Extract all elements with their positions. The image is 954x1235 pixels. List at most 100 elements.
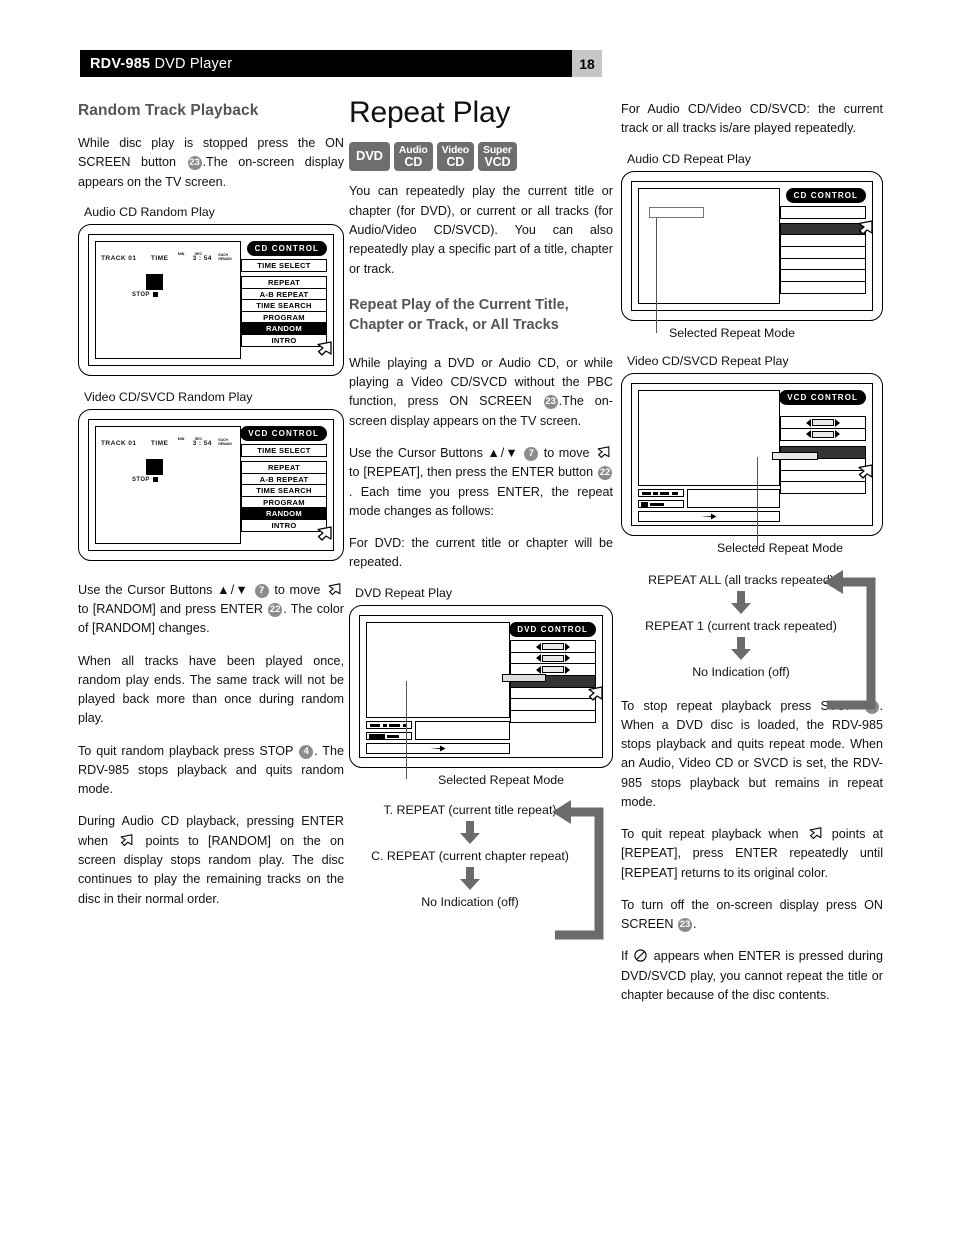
text-run: Use the Cursor Buttons ▲/▼ (78, 582, 254, 597)
text-run: To quit random playback press STOP (78, 743, 299, 758)
paragraph-quit-random: To quit random playback press STOP 4. Th… (78, 742, 344, 800)
header-product: DVD Player (150, 55, 233, 72)
osd-menu-list: TIME SELECT REPEAT A-B REPEAT TIME SEARC… (241, 444, 327, 533)
paragraph-for-audio-video: For Audio CD/Video CD/SVCD: the current … (621, 102, 883, 136)
badge-line2: CD (404, 154, 423, 169)
cursor-arrow-icon (596, 446, 611, 460)
right-arrow-icon (430, 745, 446, 752)
text-run: If (621, 949, 633, 964)
text-run: to move (539, 446, 594, 460)
osd-inner-frame: VCD CONTROL (631, 382, 873, 526)
badge-video-cd: Video CD (436, 142, 475, 172)
badge-dvd: DVD (349, 142, 390, 172)
text-run: To turn off the on-screen display press … (621, 897, 883, 932)
osd-time-value: 3 : 54 (192, 439, 212, 447)
osd-time-label: TIME (150, 254, 169, 262)
osd-min-label: MIN (177, 436, 185, 441)
osd-menu-pane: DVD CONTROL (502, 621, 603, 751)
button-ref-4: 4 (299, 744, 314, 759)
badge-line2: CD (446, 154, 465, 169)
arrow-select-icon (806, 430, 840, 439)
text-run: . When a DVD disc is loaded, the RDV-985… (621, 698, 883, 809)
paragraph-cursor-repeat: Use the Cursor Buttons ▲/▼ 7 to move to … (349, 444, 613, 521)
osd-menu-item-time-select[interactable]: TIME SELECT (241, 444, 327, 458)
osd-menu-item-intro[interactable]: INTRO (241, 334, 327, 348)
osd-menu-row-7[interactable] (780, 280, 866, 294)
osd-info-bar-1 (638, 488, 684, 497)
osd-control-tab-vcd: VCD CONTROL (240, 425, 327, 441)
osd-menu-pane: VCD CONTROL TIME SELECT REPEAT A-B REPEA… (240, 425, 332, 544)
column-left: Random Track Playback While disc play is… (78, 100, 344, 909)
badge-line2: VCD (484, 154, 511, 169)
osd-status-pane: TRACK 01 TIME MIN SEC 3 : 54 EACH REMAIN… (95, 240, 241, 359)
text-run: . (692, 917, 697, 932)
osd-info-wide (687, 488, 780, 508)
paragraph-for-dvd: For DVD: the current title or chapter wi… (349, 536, 613, 570)
osd-control-tab-vcd: VCD CONTROL (779, 389, 866, 405)
flow-loopback-arrow-icon (824, 569, 876, 710)
stop-square-icon (152, 477, 158, 483)
stop-square-icon (152, 292, 158, 298)
osd-menu-item-time-select[interactable]: TIME SELECT (241, 259, 327, 273)
paragraph-during-audio-cd: During Audio CD playback, pressing ENTER… (78, 812, 344, 908)
osd-menu-item-intro[interactable]: INTRO (241, 519, 327, 533)
subheading-repeat-current: Repeat Play of the Current Title, Chapte… (349, 296, 569, 334)
osd-menu-list (780, 206, 866, 294)
osd-screen: CD CONTROL (632, 182, 873, 310)
osd-stop-label: STOP (132, 291, 150, 298)
paragraph-repeat-intro: You can repeatedly play the current titl… (349, 184, 613, 276)
osd-control-tab-dvd: DVD CONTROL (509, 621, 596, 637)
osd-menu-row-6[interactable] (780, 481, 866, 495)
button-ref-7: 7 (254, 583, 269, 598)
paragraph-turn-off-osd: To turn off the on-screen display press … (621, 896, 883, 935)
osd-info-bottom (638, 510, 780, 522)
osd-menu-row-arrowbar-2[interactable] (780, 427, 866, 441)
text-run: To quit repeat playback when (621, 827, 806, 842)
osd-video-pane (638, 389, 780, 486)
osd-selected-mode-flag (502, 673, 546, 682)
button-ref-22: 22 (268, 603, 283, 618)
osd-cursor-pointer-icon (316, 341, 333, 363)
button-ref-23: 23 (677, 918, 692, 933)
osd-screen: TRACK 01 TIME MIN SEC 3 : 54 EACH REMAIN… (89, 420, 333, 550)
osd-menu-list (510, 640, 596, 723)
label-selected-repeat-mode-dvd: Selected Repeat Mode (437, 772, 565, 787)
osd-figure-audio-cd-random: TRACK 01 TIME MIN SEC 3 : 54 EACH REMAIN… (78, 223, 344, 376)
osd-menu-row-1[interactable] (780, 206, 866, 220)
column-right: For Audio CD/Video CD/SVCD: the current … (621, 100, 883, 1005)
osd-track-label: TRACK 01 (101, 254, 137, 262)
osd-info-bottom (366, 742, 510, 754)
osd-track-time-row: TRACK 01 TIME MIN SEC 3 : 54 EACH REMAIN (101, 432, 238, 450)
paragraph-random-end: When all tracks have been played once, r… (78, 653, 344, 726)
page-title-repeat-play: Repeat Play (349, 96, 511, 129)
osd-status-field (649, 206, 704, 218)
osd-stop-indicator: STOP (132, 458, 163, 483)
osd-inner-frame: CD CONTROL (631, 180, 873, 311)
osd-inner-frame: DVD CONTROL (359, 614, 603, 758)
osd-menu-pane: VCD CONTROL (772, 389, 873, 519)
osd-stop-block (146, 273, 163, 290)
flowchart-cd-repeat-modes: REPEAT ALL (all tracks repeated) REPEAT … (621, 569, 883, 710)
figure-caption-audio-cd-random-play: Audio CD Random Play (84, 204, 215, 219)
button-ref-23: 23 (543, 395, 558, 410)
page-number: 18 (572, 50, 602, 77)
paragraph-quit-repeat: To quit repeat playback when points at [… (621, 825, 883, 883)
arrow-select-icon (806, 418, 840, 427)
figure-caption-video-cd-random-play: Video CD/SVCD Random Play (84, 389, 253, 404)
header-title: RDV-985 DVD Player (80, 56, 232, 72)
osd-screen: VCD CONTROL (632, 384, 873, 525)
osd-menu-list: TIME SELECT REPEAT A-B REPEAT TIME SEARC… (241, 259, 327, 348)
osd-screen: DVD CONTROL (360, 616, 603, 757)
text-run: . Each time you press ENTER, the repeat … (349, 484, 613, 518)
paragraph-random-intro: While disc play is stopped press the ON … (78, 134, 344, 192)
osd-menu-row-7[interactable] (510, 709, 596, 723)
osd-track-label: TRACK 01 (101, 439, 137, 447)
paragraph-while-playing: While playing a DVD or Audio CD, or whil… (349, 354, 613, 431)
figure-caption-audio-cd-repeat-play: Audio CD Repeat Play (627, 151, 751, 166)
section-heading-random-track-playback: Random Track Playback (78, 102, 259, 119)
paragraph-prohibited-symbol: If appears when ENTER is pressed during … (621, 947, 883, 1005)
text-run: to move (269, 582, 325, 597)
osd-video-pane-wrap (366, 621, 510, 754)
badge-super-vcd: Super VCD (478, 142, 517, 172)
osd-info-row (638, 488, 780, 508)
